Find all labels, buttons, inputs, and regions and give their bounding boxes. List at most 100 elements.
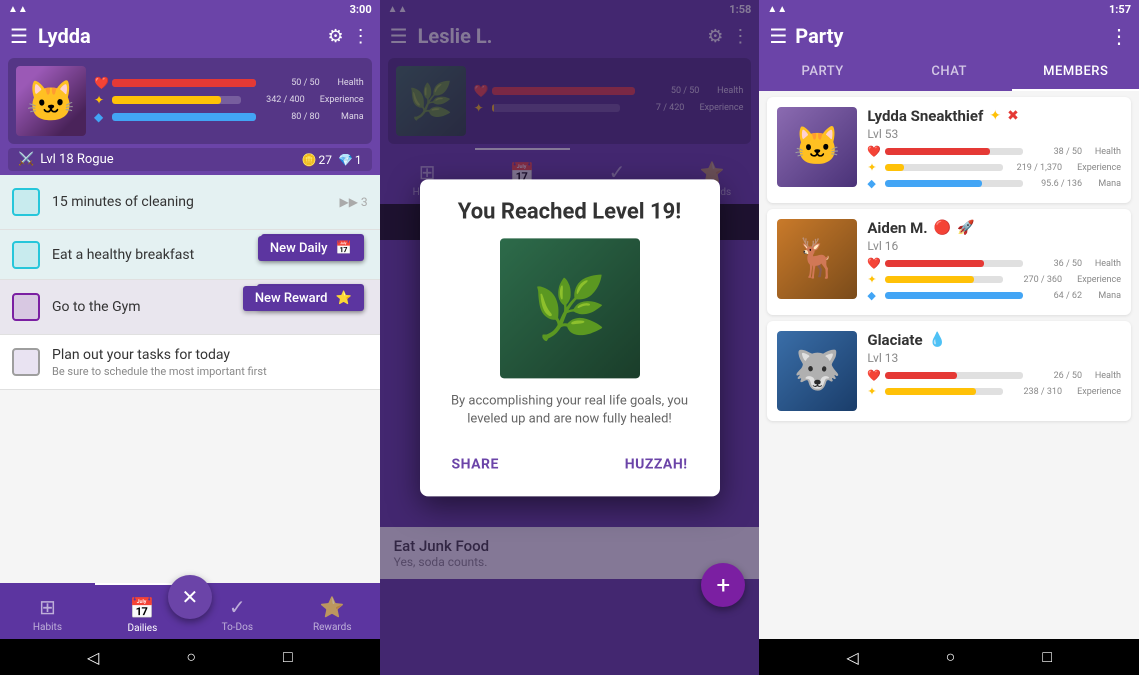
level-up-dialog: You Reached Level 19! 🌿 By accomplishing… — [420, 179, 720, 496]
member-health-label-2: 36 / 50 — [1027, 259, 1082, 269]
member-icons-1: ✦ — [989, 108, 1001, 124]
member-level-1: Lvl 53 — [867, 127, 1121, 141]
task-item-2[interactable]: Eat a healthy breakfast New Habit ⊞ New … — [0, 230, 380, 280]
tab-chat[interactable]: CHAT — [886, 54, 1013, 91]
member-exp-stat-2: Experience — [1066, 275, 1121, 285]
member-health-stat-3: Health — [1086, 371, 1121, 381]
task-count-1: ▶▶ 3 — [339, 195, 367, 209]
member-exp-bar-1 — [885, 164, 904, 171]
gold-icon-1: 🪙 — [302, 153, 317, 167]
app-title-1: Lydda — [38, 24, 320, 48]
task-checkbox-4[interactable] — [12, 348, 40, 376]
share-button[interactable]: SHARE — [444, 452, 507, 476]
filter-icon-1[interactable]: ⚙ — [328, 26, 344, 47]
member-card-1[interactable]: 🐱 Lydda Sneakthief ✦ ✖ Lvl 53 ❤️ 38 / 50… — [767, 97, 1131, 203]
party-tabs: PARTY CHAT MEMBERS — [759, 54, 1139, 91]
party-more-icon[interactable]: ⋮ — [1109, 24, 1129, 48]
new-daily-button[interactable]: New Daily 📅 — [258, 236, 364, 261]
member-mana-bar-2 — [885, 292, 1023, 299]
task-list-1[interactable]: 15 minutes of cleaning ▶▶ 3 Eat a health… — [0, 175, 380, 583]
status-bar-3: ▲▲ 1:57 — [759, 0, 1139, 18]
member-mana-icon-1: ◆ — [867, 177, 881, 190]
member-health-stat-1: Health — [1086, 147, 1121, 157]
task-checkbox-3[interactable] — [12, 293, 40, 321]
member-exp-icon-2: ✦ — [867, 273, 881, 286]
member-name-3: Glaciate — [867, 331, 922, 349]
signal-3: ▲▲ — [767, 4, 787, 15]
task-item-3[interactable]: Go to the Gym New To-Do ☑ New Reward ⭐ — [0, 280, 380, 335]
member-health-icon-3: ❤️ — [867, 369, 881, 382]
fab-icon-2: + — [717, 571, 731, 599]
nav-rewards-1[interactable]: ⭐ Rewards — [285, 583, 380, 639]
member-name-1: Lydda Sneakthief — [867, 107, 983, 125]
back-btn-3[interactable]: ◁ — [846, 648, 858, 667]
todos-nav-icon-1: ✓ — [229, 595, 246, 619]
member-health-row-2: ❤️ 36 / 50 Health — [867, 257, 1121, 270]
new-daily-icon: 📅 — [335, 241, 351, 256]
member-name-row-3: Glaciate 💧 — [867, 331, 1121, 349]
health-bar-1 — [112, 79, 256, 87]
habits-nav-icon-1: ⊞ — [39, 595, 56, 619]
new-reward-button[interactable]: New Reward ⭐ — [243, 286, 364, 311]
char-card-1: 🐱 ❤️ 50 / 50 Health ✦ 342 / 400 Experien… — [8, 58, 372, 144]
task-text-4: Plan out your tasks for today Be sure to… — [52, 347, 368, 378]
menu-icon-1[interactable]: ☰ — [10, 24, 28, 48]
mana-icon-1: ◆ — [94, 110, 108, 124]
party-header: ☰ Party ⋮ — [759, 18, 1139, 54]
huzzah-button[interactable]: HUZZAH! — [617, 452, 696, 476]
panel-party: ▲▲ 1:57 ☰ Party ⋮ PARTY CHAT MEMBERS 🐱 L… — [759, 0, 1139, 675]
member-exp-icon-1: ✦ — [867, 161, 881, 174]
class-icon-1: ⚔️ — [18, 152, 34, 167]
tab-party[interactable]: PARTY — [759, 54, 886, 91]
task-item-1[interactable]: 15 minutes of cleaning ▶▶ 3 — [0, 175, 380, 230]
member-rocket-icon-2: 🚀 — [957, 220, 974, 236]
dialog-image: 🌿 — [500, 238, 640, 378]
member-level-2: Lvl 16 — [867, 239, 1121, 253]
task-text-1: 15 minutes of cleaning — [52, 194, 339, 210]
member-avatar-3: 🐺 — [777, 331, 857, 411]
task-checkbox-1[interactable] — [12, 188, 40, 216]
member-exp-row-2: ✦ 270 / 360 Experience — [867, 273, 1121, 286]
member-mana-stat-1: Mana — [1086, 179, 1121, 189]
more-icon-1[interactable]: ⋮ — [352, 26, 370, 47]
recent-btn-1[interactable]: □ — [283, 647, 293, 667]
exp-stat-1: Experience — [309, 95, 364, 105]
member-info-3: Glaciate 💧 Lvl 13 ❤️ 26 / 50 Health ✦ 23… — [867, 331, 1121, 411]
exp-bar-1 — [112, 96, 221, 104]
panel-lydda: ▲▲ 3:00 ☰ Lydda ⚙ ⋮ 🐱 ❤️ 50 / 50 Health … — [0, 0, 380, 675]
member-name-row-1: Lydda Sneakthief ✦ ✖ — [867, 107, 1121, 125]
member-icons-3: 💧 — [929, 332, 946, 348]
member-avatar-1: 🐱 — [777, 107, 857, 187]
home-btn-1[interactable]: ○ — [186, 647, 196, 667]
recent-btn-3[interactable]: □ — [1042, 647, 1052, 667]
member-mana-stat-2: Mana — [1086, 291, 1121, 301]
mana-bar-1 — [112, 113, 256, 121]
member-health-bar-3 — [885, 372, 957, 379]
new-reward-icon: ⭐ — [335, 291, 351, 306]
mana-stat-1: Mana — [324, 112, 364, 122]
back-btn-1[interactable]: ◁ — [87, 648, 99, 667]
member-mana-row-2: ◆ 64 / 62 Mana — [867, 289, 1121, 302]
dialog-title: You Reached Level 19! — [444, 199, 696, 224]
avatar-1: 🐱 — [16, 66, 86, 136]
member-exp-stat-3: Experience — [1066, 387, 1121, 397]
task-checkbox-2[interactable] — [12, 241, 40, 269]
gem-amount-1: 1 — [355, 153, 362, 167]
exp-icon-1: ✦ — [94, 93, 108, 107]
fab-close-button[interactable]: ✕ — [168, 575, 212, 619]
party-menu-icon[interactable]: ☰ — [769, 24, 787, 48]
tab-members[interactable]: MEMBERS — [1012, 54, 1139, 91]
exp-row-1: ✦ 342 / 400 Experience — [94, 93, 364, 107]
home-btn-3[interactable]: ○ — [946, 647, 956, 667]
nav-habits-1[interactable]: ⊞ Habits — [0, 583, 95, 639]
member-exp-stat-1: Experience — [1066, 163, 1121, 173]
member-exp-row-3: ✦ 238 / 310 Experience — [867, 385, 1121, 398]
member-card-2[interactable]: 🦌 Aiden M. 🔴 🚀 Lvl 16 ❤️ 36 / 50 Health … — [767, 209, 1131, 315]
member-exp-bar-3 — [885, 388, 976, 395]
android-nav-1: ◁ ○ □ — [0, 639, 380, 675]
member-health-row-1: ❤️ 38 / 50 Health — [867, 145, 1121, 158]
member-card-3[interactable]: 🐺 Glaciate 💧 Lvl 13 ❤️ 26 / 50 Health ✦ — [767, 321, 1131, 421]
level-text-1: Lvl 18 Rogue — [40, 152, 113, 167]
member-avatar-2: 🦌 — [777, 219, 857, 299]
task-item-4[interactable]: Plan out your tasks for today Be sure to… — [0, 335, 380, 390]
